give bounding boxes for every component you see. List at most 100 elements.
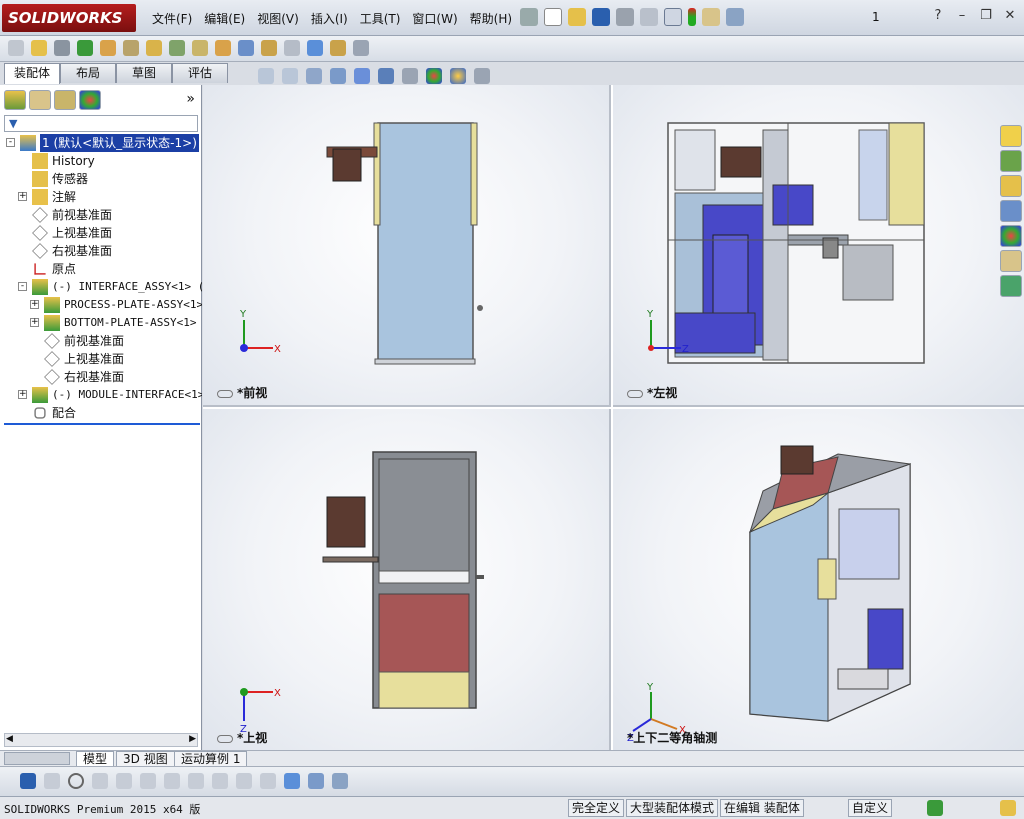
help-icon[interactable] (927, 800, 943, 816)
forum-icon[interactable] (1000, 275, 1022, 297)
smart-dimension-icon[interactable] (116, 773, 132, 789)
previous-view-icon[interactable] (306, 68, 322, 84)
tree-item[interactable]: + BOTTOM-PLATE-ASSY<1> (默 (0, 314, 202, 332)
instant3d-icon[interactable] (307, 40, 323, 56)
tree-item[interactable]: 配合 (0, 404, 202, 422)
undo-icon[interactable] (640, 8, 658, 26)
file-properties-icon[interactable] (702, 8, 720, 26)
property-manager-tab-icon[interactable] (29, 90, 51, 110)
speedpak-icon[interactable] (330, 40, 346, 56)
mate-icon[interactable] (54, 40, 70, 56)
tree-item[interactable]: History (0, 152, 202, 170)
help-icon[interactable]: ? (930, 8, 946, 24)
viewport-isometric[interactable]: Y X Z *上下二等角轴测 (613, 409, 1024, 750)
table-icon[interactable] (332, 773, 348, 789)
save-icon[interactable] (592, 8, 610, 26)
tab-evaluate[interactable]: 评估 (172, 63, 228, 83)
options-icon[interactable] (726, 8, 744, 26)
tab-motion-study[interactable]: 运动算例 1 (174, 751, 248, 767)
cube-icon[interactable] (284, 773, 300, 789)
open-folder-icon[interactable] (568, 8, 586, 26)
hide-show-items-icon[interactable] (402, 68, 418, 84)
new-motion-study-icon[interactable] (215, 40, 231, 56)
tab-layout[interactable]: 布局 (60, 63, 116, 83)
tree-item[interactable]: + (-) MODULE-INTERFACE<1> (默 (0, 386, 202, 404)
trim-icon[interactable] (140, 773, 156, 789)
restore-icon[interactable]: ❐ (978, 8, 994, 24)
exploded-view-icon[interactable] (261, 40, 277, 56)
tree-item[interactable]: 右视基准面 (0, 368, 202, 386)
tree-item[interactable]: 传感器 (0, 170, 202, 188)
view-3d-icon[interactable] (260, 773, 276, 789)
zoom-to-fit-icon[interactable] (258, 68, 274, 84)
menu-view[interactable]: 视图(V) (251, 10, 305, 28)
display-manager-tab-icon[interactable] (79, 90, 101, 110)
scroll-left-icon[interactable]: ◀ (6, 734, 13, 744)
solidworks-resources-icon[interactable] (1000, 125, 1022, 147)
link-views-icon[interactable] (627, 389, 643, 398)
line-icon[interactable] (92, 773, 108, 789)
view-palette-icon[interactable] (1000, 200, 1022, 222)
scroll-right-icon[interactable]: ▶ (189, 734, 196, 744)
collapse-icon[interactable]: - (18, 282, 27, 291)
tab-sketch[interactable]: 草图 (116, 63, 172, 83)
tab-scroll-nav[interactable] (4, 752, 70, 765)
expand-more-icon[interactable]: » (186, 91, 195, 107)
viewport-front[interactable]: Y X *前视 (203, 85, 611, 407)
reference-geometry-icon[interactable] (192, 40, 208, 56)
tree-item[interactable]: 右视基准面 (0, 242, 202, 260)
appearances-icon[interactable] (1000, 225, 1022, 247)
tree-item[interactable]: 原点 (0, 260, 202, 278)
menu-insert[interactable]: 插入(I) (305, 10, 354, 28)
tab-assembly[interactable]: 装配体 (4, 63, 60, 84)
tree-item[interactable]: - 1 (默认<默认_显示状态-1>) (0, 134, 202, 152)
file-explorer-icon[interactable] (1000, 175, 1022, 197)
expand-icon[interactable]: + (18, 390, 27, 399)
save-icon[interactable] (20, 773, 36, 789)
view-orientation-icon[interactable] (354, 68, 370, 84)
tree-item[interactable]: + PROCESS-PLATE-ASSY<1> ( (0, 296, 202, 314)
tree-item[interactable]: 前视基准面 (0, 332, 202, 350)
viewport-left[interactable]: ▭ ▯ – ❐ ✕ Y Z (613, 85, 1024, 407)
rebuild-traffic-light-icon[interactable] (688, 8, 696, 26)
apply-scene-icon[interactable] (450, 68, 466, 84)
menu-tools[interactable]: 工具(T) (354, 10, 407, 28)
tree-item[interactable]: 前视基准面 (0, 206, 202, 224)
expand-icon[interactable]: + (30, 318, 39, 327)
graphics-area[interactable]: Y X *前视 ▭ ▯ – ❐ ✕ (203, 85, 1024, 750)
grid-icon[interactable] (236, 773, 252, 789)
explode-line-icon[interactable] (284, 40, 300, 56)
section-view-icon[interactable] (330, 68, 346, 84)
tab-model[interactable]: 模型 (76, 751, 115, 767)
link-views-icon[interactable] (217, 734, 233, 743)
print-icon[interactable] (616, 8, 634, 26)
feature-manager-tab-icon[interactable] (4, 90, 26, 110)
smart-fasteners-icon[interactable] (100, 40, 116, 56)
tree-filter[interactable]: ▼ (4, 115, 198, 132)
tree-item[interactable]: 上视基准面 (0, 224, 202, 242)
menu-help[interactable]: 帮助(H) (464, 10, 518, 28)
assembly-features-icon[interactable] (169, 40, 185, 56)
display-style-icon[interactable] (378, 68, 394, 84)
menu-window[interactable]: 窗口(W) (406, 10, 463, 28)
hide-lines-icon[interactable] (308, 773, 324, 789)
expand-icon[interactable]: + (18, 192, 27, 201)
extend-icon[interactable] (164, 773, 180, 789)
menu-edit[interactable]: 编辑(E) (198, 10, 251, 28)
circle-icon[interactable] (68, 773, 84, 789)
custom-properties-icon[interactable] (1000, 250, 1022, 272)
new-document-icon[interactable] (544, 8, 562, 26)
collapse-icon[interactable]: - (6, 138, 15, 147)
tab-3d-views[interactable]: 3D 视图 (116, 751, 175, 767)
configuration-manager-tab-icon[interactable] (54, 90, 76, 110)
tree-item[interactable]: - (-) INTERFACE_ASSY<1> (默认 (0, 278, 202, 296)
offset-icon[interactable] (188, 773, 204, 789)
select-cursor-icon[interactable] (664, 8, 682, 26)
point-icon[interactable] (44, 773, 60, 789)
show-hidden-icon[interactable] (146, 40, 162, 56)
mirror-icon[interactable] (212, 773, 228, 789)
zoom-to-area-icon[interactable] (282, 68, 298, 84)
rollback-bar[interactable] (4, 423, 200, 425)
view-settings-icon[interactable] (474, 68, 490, 84)
link-views-icon[interactable] (217, 389, 233, 398)
